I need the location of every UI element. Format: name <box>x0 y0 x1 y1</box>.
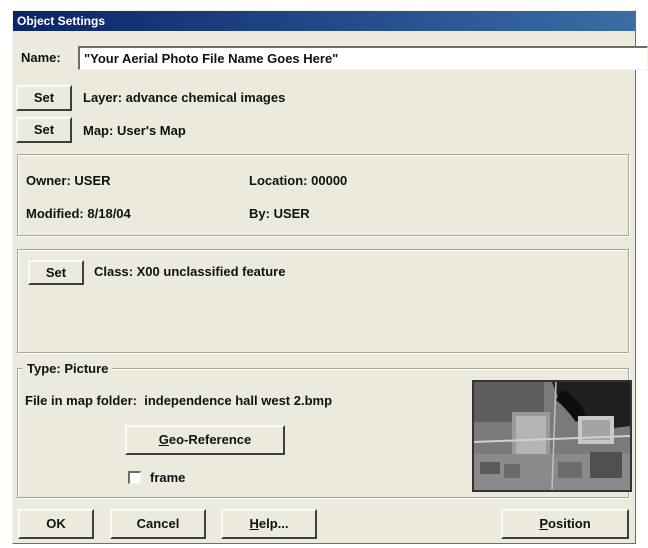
layer-set-button[interactable]: Set <box>16 85 72 111</box>
cancel-button[interactable]: Cancel <box>110 509 206 539</box>
file-label-text: File in map folder: <box>25 393 137 408</box>
help-button[interactable]: Help... <box>221 509 317 539</box>
modified-value: 8/18/04 <box>87 206 131 221</box>
name-label: Name: <box>21 50 61 65</box>
geo-reference-button[interactable]: Geo-Reference <box>125 425 285 455</box>
by-value: USER <box>273 206 310 221</box>
map-set-button[interactable]: Set <box>16 117 72 143</box>
type-label: Type: Picture <box>23 361 113 376</box>
modified-label: Modified: 8/18/04 <box>26 206 131 221</box>
location-label: Location: 00000 <box>249 173 347 188</box>
location-label-text: Location: <box>249 173 308 188</box>
object-settings-dialog: Object Settings Name: Set Layer: advance… <box>12 10 648 544</box>
owner-label-text: Owner: <box>26 173 71 188</box>
frame-label: frame <box>150 470 186 485</box>
aerial-photo-image <box>474 382 630 490</box>
position-mnemonic: P <box>539 516 549 531</box>
name-field[interactable] <box>78 46 648 70</box>
frame-checkbox[interactable] <box>128 471 141 484</box>
class-group: Set Class: X00 unclassified feature <box>17 249 629 353</box>
owner-label: Owner: USER <box>26 173 111 188</box>
owner-info-group: Owner: USER Location: 00000 Modified: 8/… <box>17 154 629 236</box>
dialog-title: Object Settings <box>13 11 635 31</box>
location-value: 00000 <box>311 173 348 188</box>
layer-text: Layer: advance chemical images <box>83 90 286 105</box>
ok-button[interactable]: OK <box>18 509 94 539</box>
modified-label-text: Modified: <box>26 206 84 221</box>
position-label: osition <box>548 516 591 531</box>
by-label: By: USER <box>249 206 310 221</box>
position-button[interactable]: Position <box>501 509 629 539</box>
file-name-value: independence hall west 2.bmp <box>144 393 333 408</box>
geo-reference-mnemonic: G <box>158 432 169 447</box>
class-text: Class: X00 unclassified feature <box>94 264 286 279</box>
geo-reference-label: eo-Reference <box>168 432 252 447</box>
class-set-button[interactable]: Set <box>28 260 84 285</box>
owner-value: USER <box>74 173 111 188</box>
help-label: elp... <box>258 516 289 531</box>
file-label: File in map folder: independence hall we… <box>25 393 332 408</box>
aerial-photo-thumbnail-icon <box>472 380 632 492</box>
help-mnemonic: H <box>249 516 259 531</box>
by-label-text: By: <box>249 206 270 221</box>
map-text: Map: User's Map <box>83 123 186 138</box>
